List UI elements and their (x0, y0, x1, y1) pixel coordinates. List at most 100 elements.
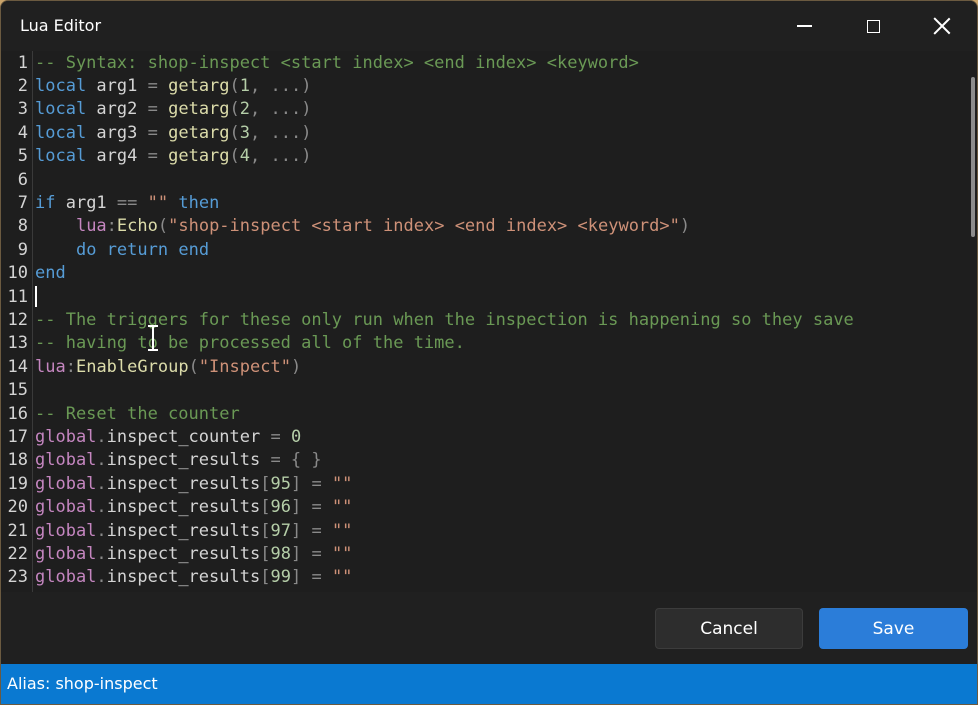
code-token: do (75, 239, 97, 260)
code-token: = (147, 146, 158, 167)
window-title: Lua Editor (20, 16, 102, 35)
code-token: ] (290, 497, 302, 518)
code-line[interactable]: global.inspect_results[97] = "" (35, 520, 352, 543)
cancel-button[interactable]: Cancel (655, 608, 803, 649)
code-token: . (96, 520, 107, 541)
close-button[interactable] (908, 1, 976, 51)
code-token: , ...) (250, 122, 312, 143)
code-token: inspect_results (106, 497, 261, 518)
code-token: . (96, 567, 107, 588)
code-token: "" (331, 520, 353, 541)
code-token: . (96, 426, 107, 447)
code-token: "Inspect" (198, 356, 291, 377)
code-token: = (270, 450, 281, 471)
code-token: "" (331, 543, 353, 564)
code-token: = (311, 543, 322, 564)
line-number: 20 (7, 497, 28, 518)
code-token: arg1 (55, 192, 117, 213)
code-token: if (35, 192, 56, 213)
line-number: 17 (7, 426, 28, 447)
code-token: global (35, 520, 97, 541)
code-token: global (35, 450, 97, 471)
code-token: = (311, 520, 322, 541)
code-token: arg4 (86, 146, 148, 167)
text-caret (35, 286, 37, 307)
code-token: "" (331, 567, 353, 588)
code-line[interactable]: if arg1 == "" then (35, 192, 219, 215)
code-line[interactable]: global.inspect_results[96] = "" (35, 496, 352, 519)
code-token: -- Syntax: shop-inspect <start index> <e… (35, 52, 639, 73)
line-number: 6 (17, 169, 28, 190)
code-token: ) (679, 216, 691, 237)
vertical-scrollbar[interactable] (967, 51, 977, 592)
code-line[interactable]: global.inspect_results[98] = "" (35, 543, 352, 566)
code-line[interactable]: -- Syntax: shop-inspect <start index> <e… (35, 52, 639, 75)
line-number: 11 (7, 286, 28, 307)
code-token: 2 (239, 99, 251, 120)
code-line[interactable]: -- Reset the counter (35, 403, 240, 426)
code-line[interactable]: lua:EnableGroup("Inspect") (35, 356, 301, 379)
code-token: local (35, 99, 87, 120)
code-token: [ (260, 567, 271, 588)
lua-editor-window: Lua Editor 1 2 3 4 5 6 7 8 9 10 11 12 13 14 15 16 17 18 19… (0, 0, 978, 705)
code-line[interactable]: global.inspect_results[99] = "" (35, 566, 352, 589)
line-number: 22 (7, 543, 28, 564)
code-token: ( (229, 122, 240, 143)
gutter-divider (32, 51, 33, 592)
line-number: 9 (17, 239, 28, 260)
title-bar[interactable]: Lua Editor (1, 1, 977, 51)
maximize-button[interactable] (839, 1, 907, 51)
code-token: end (178, 239, 210, 260)
code-token: 1 (239, 75, 251, 96)
code-token: inspect_counter (106, 426, 271, 447)
line-number: 7 (17, 192, 28, 213)
code-token: . (96, 473, 107, 494)
code-token: = (311, 497, 322, 518)
save-button[interactable]: Save (819, 608, 968, 649)
line-number: 19 (7, 473, 28, 494)
code-token: getarg (168, 122, 230, 143)
code-line[interactable]: do return end (35, 239, 209, 262)
line-number: 21 (7, 520, 28, 541)
code-token: ] (290, 473, 302, 494)
code-token: = (147, 75, 158, 96)
code-token: ( (229, 75, 240, 96)
code-token: getarg (168, 99, 230, 120)
code-token: then (178, 192, 220, 213)
code-line[interactable]: global.inspect_counter = 0 (35, 426, 301, 449)
code-editor[interactable]: 1 2 3 4 5 6 7 8 9 10 11 12 13 14 15 16 17 18 19 20 21 22 23 --… (1, 51, 977, 592)
code-line[interactable]: global.inspect_results[95] = "" (35, 473, 352, 496)
line-number: 23 (7, 567, 28, 588)
code-token: "" (147, 192, 169, 213)
line-number: 5 (17, 146, 28, 167)
code-token: arg2 (86, 99, 148, 120)
code-line[interactable]: global.inspect_results = { } (35, 449, 322, 472)
code-token: global (35, 567, 97, 588)
scrollbar-thumb[interactable] (971, 77, 975, 237)
code-line[interactable]: local arg4 = getarg(4, ...) (35, 145, 311, 168)
code-line[interactable]: local arg3 = getarg(3, ...) (35, 122, 311, 145)
code-line[interactable]: lua:Echo("shop-inspect <start index> <en… (35, 215, 690, 238)
line-number: 1 (17, 52, 28, 73)
minimize-button[interactable] (770, 1, 838, 51)
code-line[interactable]: -- having to be processed all of the tim… (35, 332, 465, 355)
code-token: , ...) (250, 146, 312, 167)
code-token: ] (290, 520, 302, 541)
code-line[interactable]: end (35, 262, 66, 285)
code-line[interactable]: local arg1 = getarg(1, ...) (35, 75, 311, 98)
code-token: ( (229, 99, 240, 120)
code-token: [ (260, 497, 271, 518)
code-token: ( (157, 216, 169, 237)
code-line[interactable]: local arg2 = getarg(2, ...) (35, 98, 311, 121)
code-token: "" (331, 473, 353, 494)
code-token: -- Reset the counter (35, 403, 240, 424)
